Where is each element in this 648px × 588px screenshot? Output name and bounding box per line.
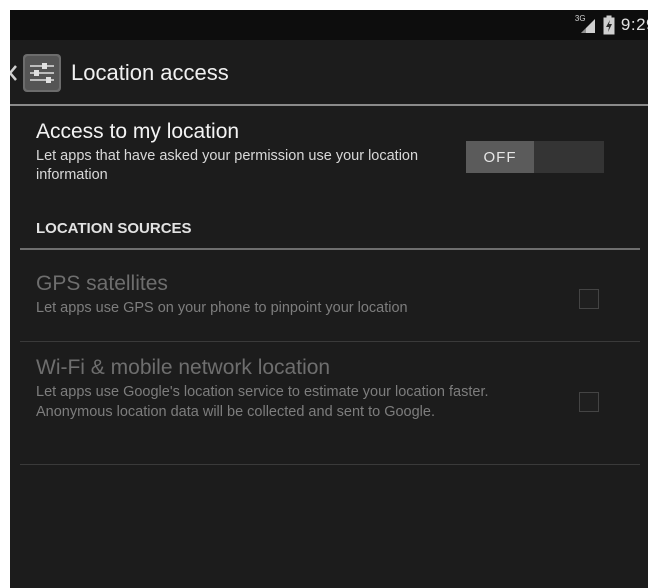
toggle-state-label: OFF — [483, 148, 517, 166]
section-divider — [20, 248, 640, 250]
gps-satellites-summary: Let apps use GPS on your phone to pinpoi… — [36, 300, 408, 316]
page-title: Location access — [71, 60, 229, 85]
access-to-location-preference[interactable]: Access to my location Let apps that have… — [36, 120, 476, 185]
phone-screen: 3G 9:29 — [10, 10, 648, 588]
row-divider — [20, 464, 640, 465]
gps-satellites-title: GPS satellites — [36, 272, 168, 295]
wifi-mobile-location-checkbox[interactable] — [579, 392, 599, 412]
status-clock: 9:29 — [620, 15, 648, 34]
wifi-mobile-location-summary: Let apps use Google's location service t… — [36, 384, 489, 420]
signal-indicator: 3G — [574, 14, 597, 35]
access-location-summary: Let apps that have asked your permission… — [36, 148, 419, 183]
network-type-label: 3G — [574, 14, 586, 23]
settings-app-icon[interactable] — [22, 53, 62, 93]
gps-satellites-preference[interactable]: GPS satellites Let apps use GPS on your … — [36, 272, 556, 318]
toggle-knob: OFF — [466, 141, 534, 173]
location-access-toggle[interactable]: OFF — [466, 141, 604, 173]
wifi-mobile-location-preference[interactable]: Wi-Fi & mobile network location Let apps… — [36, 356, 556, 422]
back-chevron-icon[interactable] — [10, 61, 20, 85]
section-header-location-sources: LOCATION SOURCES — [36, 220, 192, 237]
wifi-mobile-location-title: Wi-Fi & mobile network location — [36, 356, 331, 379]
status-bar: 3G 9:29 — [10, 10, 648, 40]
battery-charging-icon — [603, 15, 615, 35]
status-icons: 3G 9:29 — [574, 14, 648, 35]
gps-satellites-checkbox[interactable] — [579, 289, 599, 309]
row-divider — [20, 341, 640, 342]
action-bar: Location access — [10, 40, 648, 106]
title-divider — [10, 104, 648, 106]
access-location-title: Access to my location — [36, 120, 240, 143]
